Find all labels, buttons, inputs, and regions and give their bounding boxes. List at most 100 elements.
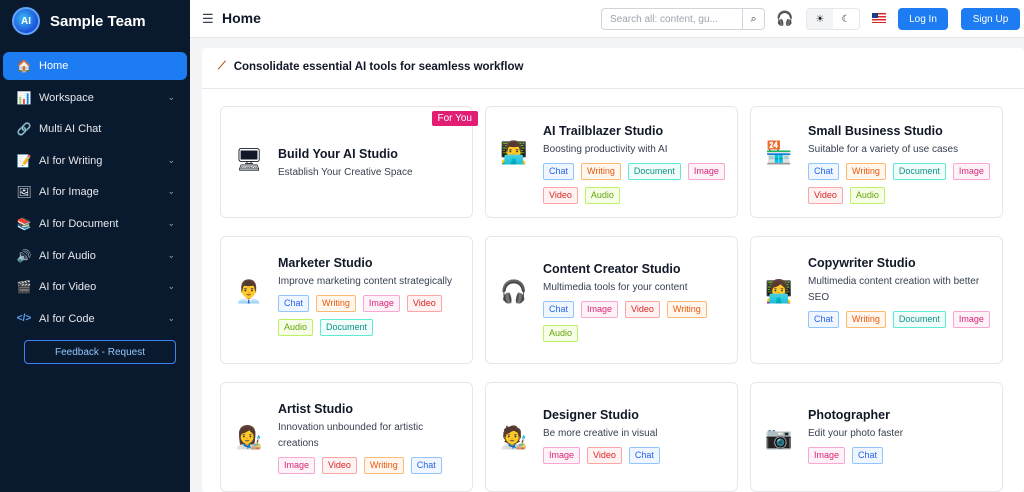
studio-card[interactable]: 🎧 Content Creator Studio Multimedia tools … [485, 236, 738, 364]
card-description: Innovation unbounded for artistic creati… [278, 422, 424, 449]
audio-icon: 🔊 [16, 248, 32, 263]
computer-icon: 🖥 [235, 147, 263, 172]
tag-image: Image [543, 447, 581, 464]
sidebar-item-ai-for-document[interactable]: 📚 AI for Document ⌄ [3, 210, 187, 238]
home-icon: 🏠 [16, 59, 32, 73]
sidebar-item-workspace[interactable]: 📊 Workspace ⌄ [3, 84, 187, 112]
chevron-down-icon[interactable]: ⌄ [167, 218, 175, 229]
top-header: ☰ Home ⌕ 🎧 ☀ ☾ Log In Sign Up [190, 0, 1024, 38]
sidebar-item-ai-for-audio[interactable]: 🔊 AI for Audio ⌄ [3, 242, 187, 270]
tag-document: Document [892, 311, 946, 328]
tag-chat: Chat [628, 447, 660, 464]
tag-video: Video [543, 187, 578, 204]
tag-list: Chat Writing Document Image Video Audio [808, 163, 993, 204]
marketer-icon: 👨‍💼 [235, 279, 263, 304]
sidebar-item-multi-ai-chat[interactable]: 🔗 Multi AI Chat [3, 115, 187, 143]
tag-list: Image Video Writing Chat [278, 457, 463, 474]
chevron-down-icon[interactable]: ⌄ [167, 313, 175, 324]
studio-card[interactable]: 🧑‍🎨 Designer Studio Be more creative in vi… [485, 382, 738, 492]
banner-text: Consolidate essential AI tools for seaml… [233, 60, 524, 73]
chevron-down-icon[interactable]: ⌄ [167, 92, 175, 103]
theme-toggle: ☀ ☾ [806, 8, 860, 30]
dark-mode-icon[interactable]: ☾ [833, 9, 859, 29]
studio-card[interactable]: 🏪 Small Business Studio Suitable for a var… [750, 106, 1003, 218]
tag-writing: Writing [846, 311, 886, 328]
feedback-button[interactable]: Feedback - Request [24, 340, 176, 364]
sidebar-item-ai-for-writing[interactable]: 📝 AI for Writing ⌄ [3, 147, 187, 175]
chevron-down-icon[interactable]: ⌄ [167, 250, 175, 261]
studio-card[interactable]: 👩‍💻 Copywriter Studio Multimedia content c… [750, 236, 1003, 364]
card-description: Multimedia content creation with better … [808, 276, 980, 303]
multi-chat-icon: 🔗 [16, 122, 32, 137]
tag-chat: Chat [808, 163, 840, 180]
card-description: Suitable for a variety of use cases [808, 144, 959, 155]
tag-video: Video [322, 457, 357, 474]
card-description: Be more creative in visual [543, 428, 658, 439]
card-description: Multimedia tools for your content [543, 282, 688, 293]
search-icon[interactable]: ⌕ [742, 9, 764, 29]
us-flag-icon[interactable] [872, 13, 886, 23]
sidebar-item-label: AI for Audio [39, 249, 96, 262]
search-input[interactable] [602, 9, 743, 29]
tag-chat: Chat [543, 163, 575, 180]
sidebar-item-ai-for-video[interactable]: 🎬 AI for Video ⌄ [3, 273, 187, 301]
card-description: Boosting productivity with AI [543, 144, 668, 155]
chevron-down-icon[interactable]: ⌄ [167, 281, 175, 292]
chevron-down-icon[interactable]: ⌄ [167, 155, 175, 166]
headset-icon[interactable]: 🎧 [776, 10, 793, 27]
code-icon: </> [16, 313, 32, 325]
page-title: Home [222, 10, 261, 26]
sidebar-item-ai-for-code[interactable]: </> AI for Code ⌄ [3, 305, 187, 333]
copywriter-icon: 👩‍💻 [765, 279, 793, 304]
designer-icon: 🧑‍🎨 [500, 425, 528, 450]
studio-card[interactable]: 🖥 Build Your AI Studio Establish Your Crea… [220, 106, 478, 218]
sidebar-item-home[interactable]: 🏠 Home [3, 52, 187, 80]
studio-card[interactable]: 👩‍🎨 Artist Studio Innovation unbounded for… [220, 382, 473, 492]
sidebar-item-label: AI for Document [39, 217, 119, 230]
studio-card[interactable]: 📷 Photographer Edit your photo faster Image… [750, 382, 1003, 492]
tag-audio: Audio [849, 187, 885, 204]
studio-card[interactable]: 👨‍💻 AI Trailblazer Studio Boosting product… [485, 106, 738, 218]
video-icon: 🎬 [16, 280, 32, 295]
brand-name: Sample Team [50, 12, 146, 30]
tag-document: Document [892, 163, 946, 180]
studio-card[interactable]: 👨‍💼 Marketer Studio Improve marketing cont… [220, 236, 473, 364]
signup-button[interactable]: Sign Up [961, 8, 1020, 30]
tag-image: Image [952, 311, 990, 328]
sidebar-item-label: Multi AI Chat [39, 123, 102, 136]
card-title: Copywriter Studio [808, 256, 916, 270]
sidebar-item-label: AI for Video [39, 281, 97, 294]
card-title: Photographer [808, 408, 890, 422]
tag-writing: Writing [846, 163, 886, 180]
banner: ⟋ Consolidate essential AI tools for sea… [218, 60, 523, 73]
card-description: Edit your photo faster [808, 428, 904, 439]
image-icon: 🖼 [16, 185, 32, 200]
tag-list: Chat Writing Document Image [808, 311, 993, 328]
tag-image: Image [687, 163, 725, 180]
tag-chat: Chat [278, 295, 310, 312]
card-title: AI Trailblazer Studio [543, 124, 664, 138]
tag-chat: Chat [808, 311, 840, 328]
card-description: Improve marketing content strategically [278, 276, 452, 287]
light-mode-icon[interactable]: ☀ [807, 9, 833, 29]
writing-icon: 📝 [16, 153, 32, 168]
sidebar-item-label: AI for Code [39, 312, 95, 325]
workspace-icon: 📊 [16, 90, 32, 105]
document-icon: 📚 [16, 216, 32, 231]
sidebar-item-label: AI for Image [39, 186, 99, 199]
tag-writing: Writing [363, 457, 404, 474]
trailblazer-icon: 👨‍💻 [500, 140, 528, 165]
card-title: Marketer Studio [278, 256, 373, 270]
sidebar-item-ai-for-image[interactable]: 🖼 AI for Image ⌄ [3, 178, 187, 206]
menu-toggle-icon[interactable]: ☰ [202, 11, 214, 27]
tag-video: Video [587, 447, 622, 464]
brand[interactable]: AI Sample Team [0, 0, 190, 42]
tag-list: Image Video Chat [543, 447, 728, 464]
tag-image: Image [362, 295, 400, 312]
card-title: Artist Studio [278, 402, 353, 416]
creator-icon: 🎧 [500, 279, 528, 304]
tag-list: Chat Image Video Writing Audio [543, 301, 728, 342]
login-button[interactable]: Log In [898, 8, 948, 30]
chevron-down-icon[interactable]: ⌄ [167, 186, 175, 197]
tag-audio: Audio [584, 187, 620, 204]
